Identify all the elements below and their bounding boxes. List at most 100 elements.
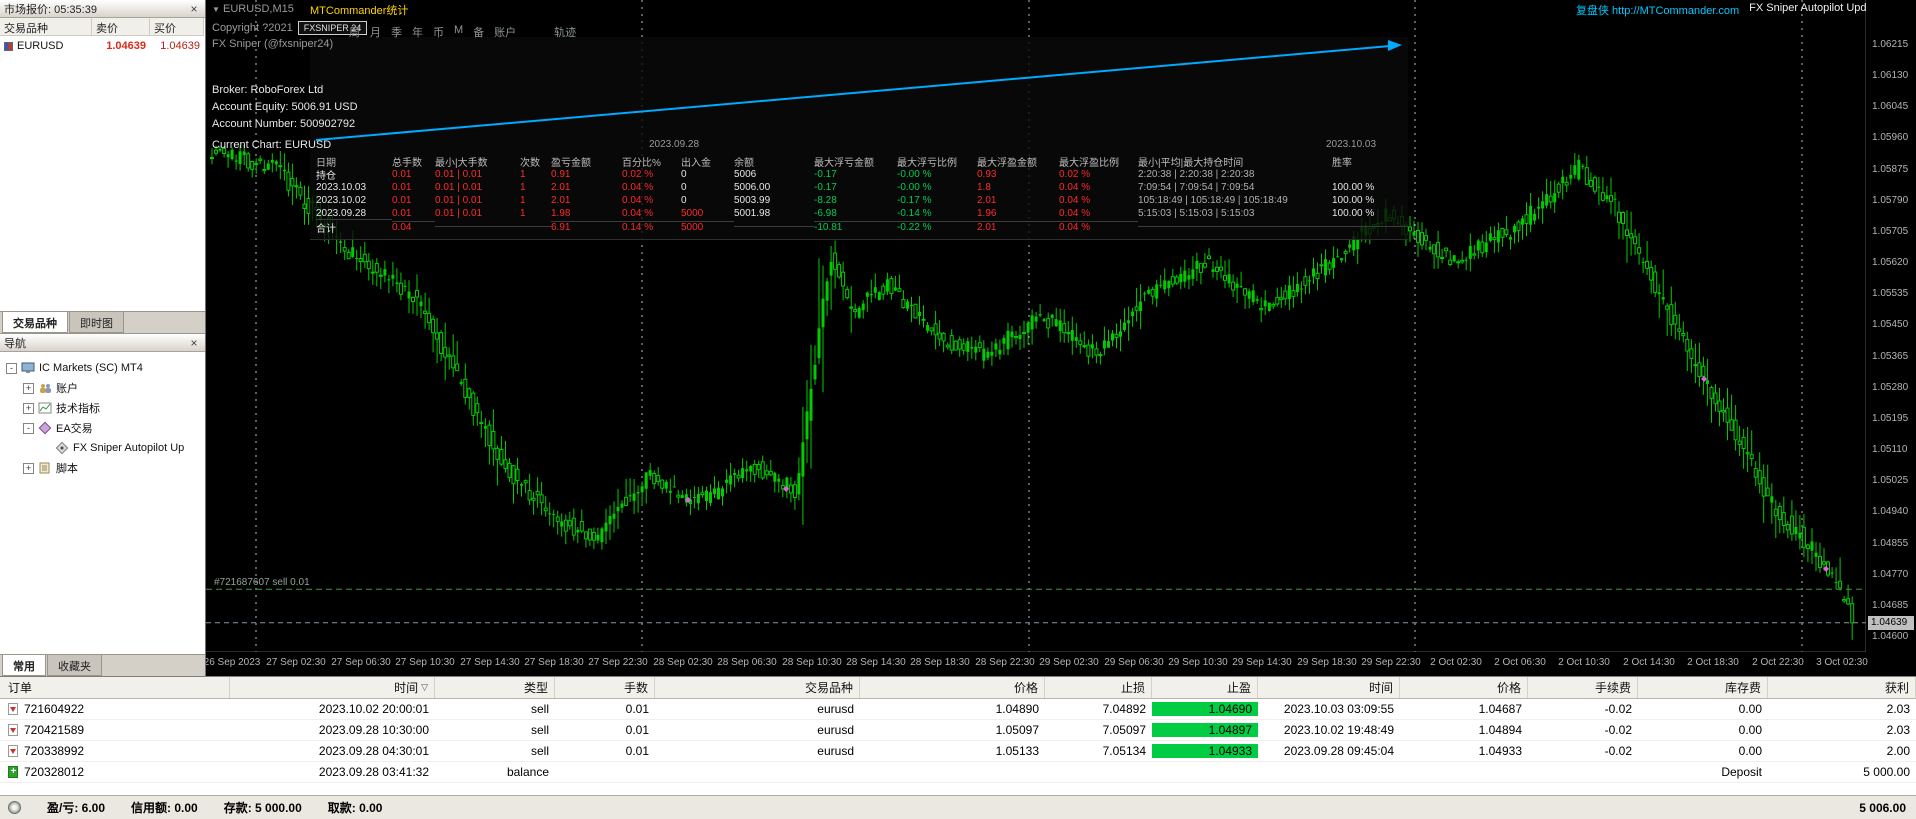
time-label: 29 Sep 18:30 bbox=[1297, 657, 1357, 668]
tree-expander-icon[interactable]: + bbox=[23, 382, 34, 394]
navigator-close-icon[interactable]: × bbox=[187, 336, 201, 350]
market-watch-title: 市场报价: 05:35:39 bbox=[4, 3, 97, 16]
tree-expander-icon[interactable]: - bbox=[6, 362, 17, 374]
trade-marker-icon: ◆ bbox=[1701, 374, 1708, 383]
terminal-col-6[interactable]: 止损 bbox=[1045, 677, 1152, 698]
time-axis[interactable]: 26 Sep 2023 27 Sep 02:30 27 Sep 06:30 27 Se… bbox=[206, 652, 1868, 676]
chart-dropdown-icon[interactable]: ▼ bbox=[212, 5, 220, 14]
order-row-721604922[interactable]: 721604922 2023.10.02 20:00:01 sell 0.01 euru… bbox=[0, 699, 1916, 720]
stats-cell: 0.04 % bbox=[622, 195, 654, 206]
period-button-1[interactable]: 月 bbox=[370, 24, 381, 40]
tree-item-4[interactable]: FX Sniper Autopilot Up bbox=[0, 438, 205, 458]
order-cell: 2.03 bbox=[1886, 702, 1910, 716]
order-cell: 5 000.00 bbox=[1863, 765, 1910, 779]
tree-item-5[interactable]: + 脚本 bbox=[0, 458, 205, 478]
tree-expander-icon[interactable]: + bbox=[23, 402, 34, 414]
period-button-6[interactable]: 备 bbox=[473, 24, 484, 40]
terminal-col-4[interactable]: 交易品种 bbox=[655, 677, 860, 698]
tree-expander-icon[interactable]: - bbox=[23, 422, 34, 434]
fx-sniper-handle: FX Sniper (@fxsniper24) bbox=[212, 38, 334, 50]
terminal-col-10[interactable]: 手续费 bbox=[1528, 677, 1638, 698]
order-cell: 7.05134 bbox=[1102, 744, 1146, 758]
trade-marker-icon: ◆ bbox=[783, 484, 790, 493]
navigator-tabbar: 常用 收藏夹 bbox=[0, 654, 205, 676]
price-scale[interactable]: 1.04639 1.06215 1.06130 1.06045 1.05960 1.05… bbox=[1866, 0, 1916, 676]
navigator-tab-0[interactable]: 常用 bbox=[2, 655, 46, 676]
tree-expander-icon[interactable]: + bbox=[23, 462, 34, 474]
market-watch-empty-area bbox=[0, 56, 205, 311]
terminal-col-7[interactable]: 止盈 bbox=[1152, 677, 1258, 698]
price-label: 1.05790 bbox=[1872, 195, 1909, 206]
price-label: 1.06215 bbox=[1872, 39, 1909, 50]
price-label: 1.05365 bbox=[1872, 351, 1909, 362]
stats-cell: 5000 bbox=[681, 220, 734, 233]
market-watch-titlebar[interactable]: 市场报价: 05:35:39 × bbox=[0, 0, 205, 18]
terminal-col-2[interactable]: 类型 bbox=[435, 677, 555, 698]
terminal-col-11[interactable]: 库存费 bbox=[1638, 677, 1768, 698]
terminal-col-5[interactable]: 价格 bbox=[860, 677, 1045, 698]
order-cell: 0.01 bbox=[625, 744, 649, 758]
market-watch-close-icon[interactable]: × bbox=[187, 2, 201, 16]
terminal-col-8[interactable]: 时间 bbox=[1258, 677, 1400, 698]
stats-cell: -0.22 % bbox=[897, 220, 977, 233]
open-position-label: #721687607 sell 0.01 bbox=[214, 577, 310, 588]
time-label: 2 Oct 02:30 bbox=[1430, 657, 1482, 668]
navigator-tab-1[interactable]: 收藏夹 bbox=[47, 655, 102, 676]
navigator-titlebar[interactable]: 导航 × bbox=[0, 334, 205, 352]
market-watch-row[interactable]: EURUSD 1.04639 1.04639 bbox=[0, 36, 205, 56]
time-label: 29 Sep 22:30 bbox=[1361, 657, 1421, 668]
mtcommander-link[interactable]: 复盘侠 http://MTCommander.com bbox=[1576, 2, 1739, 18]
price-label: 1.05875 bbox=[1872, 164, 1909, 175]
server-icon bbox=[21, 362, 35, 374]
time-label: 28 Sep 06:30 bbox=[717, 657, 777, 668]
stats-col-1: 总手数 bbox=[392, 158, 422, 169]
order-row-720421589[interactable]: 720421589 2023.09.28 10:30:00 sell 0.01 euru… bbox=[0, 720, 1916, 741]
terminal-col-3[interactable]: 手数 bbox=[555, 677, 655, 698]
period-button-2[interactable]: 季 bbox=[391, 24, 402, 40]
tree-item-3[interactable]: - EA交易 bbox=[0, 418, 205, 438]
chart-area[interactable]: 2023.09.28 2023.10.03 日期 总手数 最小|大手数 次数 盈亏金额百… bbox=[206, 0, 1916, 676]
tree-item-2[interactable]: + 技术指标 bbox=[0, 398, 205, 418]
tree-item-1[interactable]: + 账户 bbox=[0, 378, 205, 398]
accounts-icon bbox=[38, 382, 52, 394]
sell-order-icon bbox=[8, 724, 18, 736]
time-label: 28 Sep 14:30 bbox=[846, 657, 906, 668]
market-watch-col-1[interactable]: 卖价 bbox=[92, 18, 150, 36]
price-label: 1.05280 bbox=[1872, 382, 1909, 393]
period-button-4[interactable]: 币 bbox=[433, 24, 444, 40]
order-row-720338992[interactable]: 720338992 2023.09.28 04:30:01 sell 0.01 euru… bbox=[0, 741, 1916, 762]
price-label: 1.04600 bbox=[1872, 631, 1909, 642]
terminal-col-9[interactable]: 价格 bbox=[1400, 677, 1528, 698]
copyright-text: Copyright ?2021 bbox=[212, 22, 293, 34]
market-watch-tab-0[interactable]: 交易品种 bbox=[2, 312, 68, 333]
market-watch-tab-1[interactable]: 即时图 bbox=[69, 312, 124, 333]
time-label: 27 Sep 18:30 bbox=[524, 657, 584, 668]
period-button-5[interactable]: M bbox=[454, 24, 463, 40]
order-cell: balance bbox=[506, 765, 549, 779]
market-watch-col-2[interactable]: 买价 bbox=[150, 18, 204, 36]
order-cell: 2023.09.28 09:45:04 bbox=[1283, 744, 1394, 758]
order-row-720328012[interactable]: 720328012 2023.09.28 03:41:32 balance Depos… bbox=[0, 762, 1916, 783]
period-button-7[interactable]: 账户 bbox=[494, 24, 516, 40]
period-button-3[interactable]: 年 bbox=[412, 24, 423, 40]
stats-cell: -0.00 % bbox=[897, 169, 932, 180]
market-watch-col-0[interactable]: 交易品种 bbox=[0, 18, 92, 36]
time-label: 27 Sep 06:30 bbox=[331, 657, 391, 668]
mt4-window: 市场报价: 05:35:39 × 交易品种 卖价 买价 EURUSD 1.04639 1… bbox=[0, 0, 1916, 819]
chart-symbol-title[interactable]: ▼ EURUSD,M15 bbox=[212, 3, 294, 15]
period-button-0[interactable]: 周 bbox=[349, 24, 360, 40]
stats-table: 日期 总手数 最小|大手数 次数 盈亏金额 百分比% 出入金 余额 最大浮亏金额 最大浮亏比例 最大… bbox=[316, 155, 1408, 235]
market-watch-panel: 市场报价: 05:35:39 × 交易品种 卖价 买价 EURUSD 1.04639 1… bbox=[0, 0, 205, 334]
stats-cell: -8.28 bbox=[814, 195, 837, 206]
equity-curve bbox=[315, 40, 1402, 141]
stats-cell: -6.98 bbox=[814, 208, 837, 219]
stats-cell: 0.01 | 0.01 bbox=[435, 208, 483, 219]
terminal-col-1[interactable]: 时间 ▽ bbox=[230, 677, 435, 698]
time-label: 28 Sep 02:30 bbox=[653, 657, 713, 668]
tree-item-0[interactable]: - IC Markets (SC) MT4 bbox=[0, 358, 205, 378]
period-button-8[interactable]: 轨迹 bbox=[554, 24, 576, 40]
terminal-col-0[interactable]: 订单 bbox=[0, 677, 230, 698]
time-label: 26 Sep 2023 bbox=[206, 657, 261, 668]
terminal-col-12[interactable]: 获利 bbox=[1768, 677, 1916, 698]
